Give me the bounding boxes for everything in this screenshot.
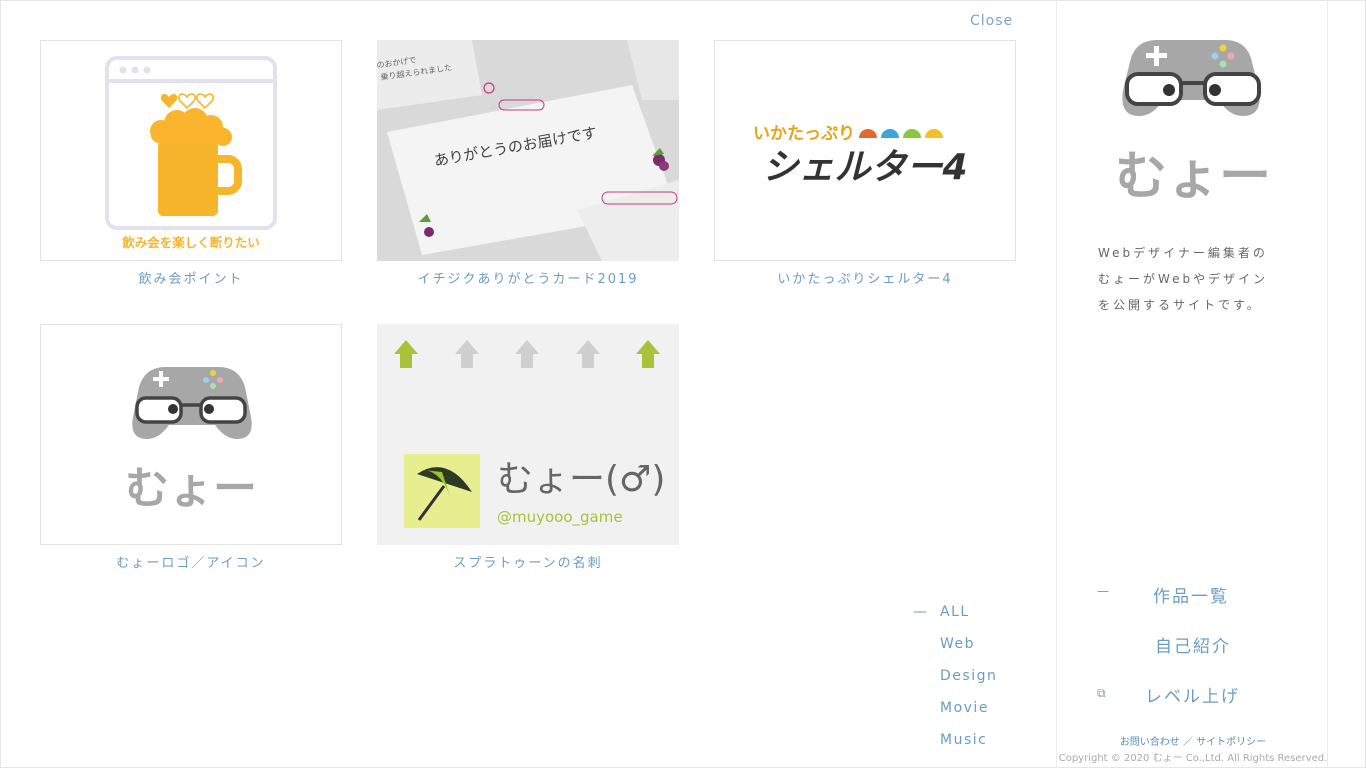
work-thumbnail[interactable]: むょー <box>40 324 342 545</box>
work-thumbnail[interactable]: のおかげで 乗り越えられました ありがとうのお届けです <box>377 40 679 261</box>
site-logo[interactable]: むょー <box>1099 38 1289 207</box>
copyright: Copyright © 2020 むょー Co.,Ltd. All Rights… <box>1058 753 1328 764</box>
shelter-logo: いかたっぷり シェルター4 <box>753 124 968 188</box>
meishi-card: むょー(♂) @muyooo_game <box>377 324 679 545</box>
close-button[interactable]: Close <box>970 13 1013 29</box>
work-thumbnail[interactable]: むょー(♂) @muyooo_game <box>377 324 679 545</box>
filter-all[interactable]: — ALL <box>913 602 997 634</box>
category-filter: — ALL Web Design Movie Music <box>913 602 997 762</box>
active-dash-icon: — <box>913 604 929 620</box>
muyo-logo-icon: むょー <box>1115 40 1271 207</box>
footer-separator: ／ <box>1183 737 1193 748</box>
thumb-subtext: @muyooo_game <box>497 508 623 527</box>
nav-profile[interactable]: 自己紹介 <box>1097 628 1297 678</box>
work-caption[interactable]: いかたっぷりシェルター4 <box>714 268 1016 287</box>
sidebar: むょー Webデザイナー編集者の むょーがWebやデザイン を公開するサイトです… <box>1056 0 1328 768</box>
card-photo: のおかげで 乗り越えられました ありがとうのお届けです <box>377 40 679 261</box>
active-dash-icon: — <box>1097 584 1111 598</box>
policy-link[interactable]: サイトポリシー <box>1196 737 1266 748</box>
thumb-text: いかたっぷり <box>753 124 855 144</box>
external-link-icon: ⧉ <box>1097 686 1108 700</box>
thumb-title: シェルター4 <box>762 147 967 188</box>
work-caption[interactable]: 飲み会ポイント <box>40 268 342 287</box>
filter-movie[interactable]: Movie <box>913 698 997 730</box>
site-description: Webデザイナー編集者の むょーがWebやデザイン を公開するサイトです。 <box>1098 246 1269 312</box>
muyo-logo: むょー <box>125 367 257 514</box>
footer-links: お問い合わせ ／ サイトポリシー <box>1057 733 1329 748</box>
thumb-text: むょー <box>125 463 257 514</box>
work-thumbnail[interactable]: いかたっぷり シェルター4 <box>714 40 1016 261</box>
filter-music[interactable]: Music <box>913 730 997 762</box>
works-gallery: Close 飲み会を楽しく断りたい 飲み会ポイント のおかげで 乗り越えられまし… <box>0 0 1056 768</box>
work-thumbnail[interactable]: 飲み会を楽しく断りたい <box>40 40 342 261</box>
main-nav: — 作品一覧 自己紹介 ⧉ レベル上げ <box>1097 578 1297 728</box>
work-card-nomikai[interactable]: 飲み会を楽しく断りたい 飲み会ポイント <box>40 40 342 287</box>
logo-text: むょー <box>1115 147 1271 203</box>
work-caption[interactable]: イチジクありがとうカード2019 <box>377 268 679 287</box>
nav-works[interactable]: — 作品一覧 <box>1097 578 1297 628</box>
work-card-ichijiku[interactable]: のおかげで 乗り越えられました ありがとうのお届けです イチジクありがとうカード… <box>377 40 679 287</box>
work-card-logo[interactable]: むょー むょーロゴ／アイコン <box>40 324 342 571</box>
work-card-shelter[interactable]: いかたっぷり シェルター4 いかたっぷりシェルター4 <box>714 40 1016 287</box>
work-card-meishi[interactable]: むょー(♂) @muyooo_game スプラトゥーンの名刺 <box>377 324 679 571</box>
work-caption[interactable]: スプラトゥーンの名刺 <box>377 552 679 571</box>
work-caption[interactable]: むょーロゴ／アイコン <box>40 552 342 571</box>
umbrella-icons <box>859 129 943 138</box>
thumb-text: むょー(♂) <box>497 459 665 500</box>
beer-illustration: 飲み会を楽しく断りたい <box>105 56 277 250</box>
nav-levelup[interactable]: ⧉ レベル上げ <box>1097 678 1297 728</box>
thumb-text: 飲み会を楽しく断りたい <box>121 235 260 250</box>
filter-web[interactable]: Web <box>913 634 997 666</box>
contact-link[interactable]: お問い合わせ <box>1120 737 1180 748</box>
filter-design[interactable]: Design <box>913 666 997 698</box>
